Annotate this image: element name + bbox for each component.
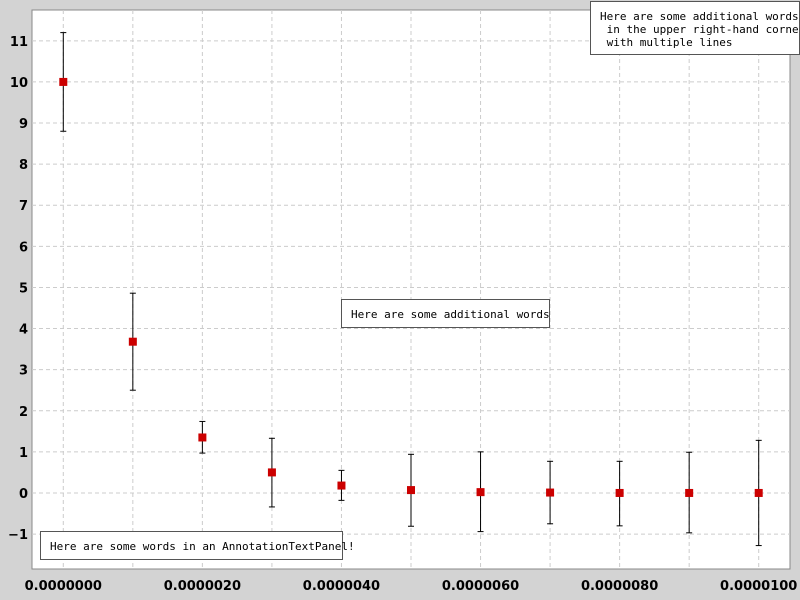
data-point [267,468,276,477]
y-tick-label: 7 [19,199,28,214]
data-point [754,488,763,497]
y-tick-label: 1 [19,446,28,461]
data-point [685,488,694,497]
y-tick-label: 11 [10,35,28,50]
annotation-text-panel-center: Here are some additional words [341,299,550,328]
y-tick-label: 2 [19,405,28,420]
y-tick-label: 5 [19,281,28,296]
y-tick-label: 4 [19,323,28,338]
y-tick-label: 8 [19,158,28,173]
x-tick-label: 0.0000060 [442,579,519,594]
data-point [59,77,68,86]
x-tick-label: 0.0000040 [303,579,380,594]
annotation-text-panel-bottom-left: Here are some words in an AnnotationText… [40,531,355,560]
y-tick-label: 0 [19,487,28,502]
data-point [128,337,137,346]
x-tick-label: 0.0000100 [720,579,797,594]
data-point [198,433,207,442]
x-tick-label: 0.0000000 [25,579,102,594]
x-tick-label: 0.0000080 [581,579,658,594]
y-tick-label: −1 [8,528,28,543]
data-point [337,481,346,490]
y-tick-label: 10 [10,76,28,91]
data-point [546,488,555,497]
y-tick-label: 3 [19,364,28,379]
x-tick-label: 0.0000020 [164,579,241,594]
data-point [407,486,415,495]
annotation-text-panel-top-right: Here are some additional words in the up… [590,1,800,55]
y-tick-label: 6 [19,240,28,255]
data-point [615,488,624,497]
y-tick-label: 9 [19,117,28,132]
data-point [476,488,485,497]
